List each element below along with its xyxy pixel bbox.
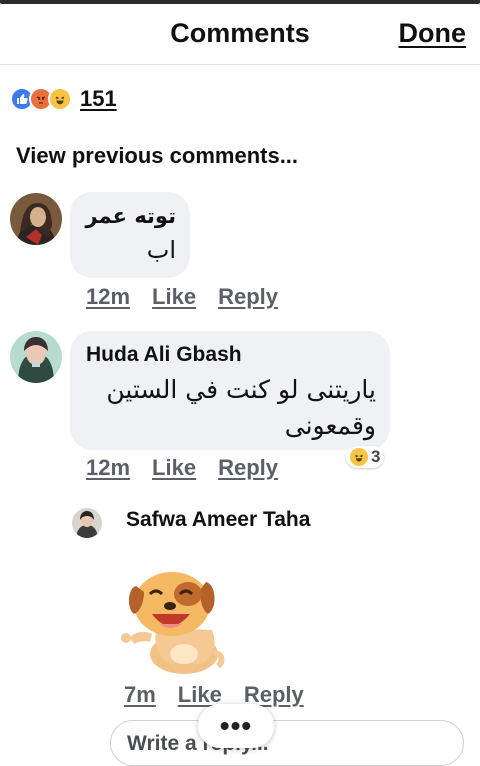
avatar[interactable] [72,508,102,538]
comment-actions: 12m Like Reply [86,284,278,310]
haha-icon [48,87,72,111]
reply-composer [110,720,464,766]
comment-text-line-2: وقمعونى [284,411,376,440]
view-previous-comments-link[interactable]: View previous comments... [16,143,298,169]
comment-text: اب [146,236,176,264]
haha-icon [350,448,368,466]
like-button[interactable]: Like [152,284,196,310]
reaction-count: 3 [371,447,381,466]
comment-bubble: Huda Ali Gbash ياريتنى لو كنت في الستين … [70,331,390,450]
reaction-count[interactable]: 151 [80,86,117,112]
comment-actions: 12m Like Reply [86,455,278,481]
avatar[interactable] [10,193,62,245]
reply-input[interactable] [125,729,429,759]
comment-time[interactable]: 12m [86,284,130,310]
comments-header: Comments Done [0,4,480,65]
comment-text-line-1: ياريتنى لو كنت في الستين [106,375,376,404]
reactions-summary[interactable]: 151 [10,86,117,112]
reply-time[interactable]: 7m [124,682,156,708]
avatar[interactable] [10,331,62,383]
reply-button[interactable]: Reply [218,455,278,481]
more-options-button[interactable]: ••• [198,704,274,748]
laughing-puppy-sticker[interactable] [114,558,230,678]
comment-bubble: توته عمر اب [70,192,190,278]
comment-reaction-badge[interactable]: 3 [346,446,385,468]
comment-author[interactable]: توته عمر [86,204,176,228]
like-button[interactable]: Like [152,455,196,481]
comment-time[interactable]: 12m [86,455,130,481]
reply-author[interactable]: Safwa Ameer Taha [126,508,310,532]
reply-button[interactable]: Reply [218,284,278,310]
done-button[interactable]: Done [399,18,467,49]
comment-author[interactable]: Huda Ali Gbash [86,343,242,367]
